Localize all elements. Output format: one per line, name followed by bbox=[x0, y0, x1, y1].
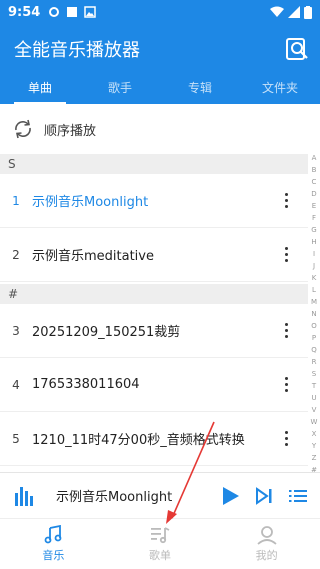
search-button[interactable] bbox=[284, 36, 310, 62]
song-number: 4 bbox=[12, 377, 20, 392]
alphabet-index-letter[interactable]: I bbox=[313, 250, 315, 258]
nav-playlist-label: 歌单 bbox=[149, 549, 171, 562]
nav-music-label: 音乐 bbox=[42, 549, 65, 562]
profile-icon bbox=[257, 526, 277, 545]
alphabet-index-letter[interactable]: X bbox=[312, 430, 317, 438]
bottom-navigation: 音乐 歌单 我的 bbox=[0, 518, 320, 569]
alphabet-index-letter[interactable]: L bbox=[312, 286, 316, 294]
song-title: 示例音乐Moonlight bbox=[32, 195, 149, 210]
status-time: 9:54 bbox=[8, 4, 41, 20]
nav-profile-label: 我的 bbox=[255, 549, 278, 562]
song-number: 3 bbox=[12, 323, 20, 338]
status-bar: 9:54 bbox=[0, 0, 320, 24]
song-title: 20251209_150251裁剪 bbox=[32, 325, 181, 340]
song-number: 2 bbox=[12, 247, 20, 262]
alphabet-index-letter[interactable]: F bbox=[312, 214, 316, 222]
alphabet-index-letter[interactable]: A bbox=[312, 154, 317, 162]
alphabet-index-letter[interactable]: B bbox=[312, 166, 317, 174]
song-title: 1210_11时47分00秒_音频格式转换 bbox=[32, 433, 245, 448]
app-title: 全能音乐播放器 bbox=[14, 40, 140, 61]
alphabet-index-letter[interactable]: J bbox=[313, 262, 315, 270]
notification-icon bbox=[67, 7, 78, 17]
alphabet-index-letter[interactable]: O bbox=[311, 322, 317, 330]
alphabet-index-letter[interactable]: N bbox=[311, 310, 316, 318]
song-row[interactable]: 2 示例音乐meditative bbox=[0, 228, 308, 282]
nav-music[interactable]: 音乐 bbox=[0, 519, 107, 569]
alphabet-index-letter[interactable]: U bbox=[311, 394, 316, 402]
more-options-button[interactable] bbox=[274, 427, 298, 451]
app-header: 全能音乐播放器 bbox=[0, 24, 320, 74]
playlist-queue-button[interactable] bbox=[286, 484, 310, 508]
alphabet-index-letter[interactable]: T bbox=[312, 382, 316, 390]
playlist-icon bbox=[151, 527, 170, 544]
more-options-button[interactable] bbox=[274, 243, 298, 267]
signal-icon bbox=[288, 6, 300, 18]
play-button[interactable] bbox=[218, 484, 242, 508]
settings-icon bbox=[49, 7, 60, 17]
song-title: 1765338011604 bbox=[32, 377, 140, 392]
battery-icon bbox=[304, 5, 312, 19]
more-options-button[interactable] bbox=[274, 189, 298, 213]
song-row[interactable]: 1 示例音乐Moonlight bbox=[0, 174, 308, 228]
alphabet-index-letter[interactable]: S bbox=[312, 370, 316, 378]
nav-profile[interactable]: 我的 bbox=[213, 519, 320, 569]
alphabet-index-letter[interactable]: R bbox=[312, 358, 317, 366]
alphabet-index-letter[interactable]: M bbox=[311, 298, 317, 306]
alphabet-index-letter[interactable]: Y bbox=[312, 442, 316, 450]
tab-folders[interactable]: 文件夹 bbox=[240, 74, 320, 104]
section-header-s: S bbox=[0, 154, 308, 174]
alphabet-index[interactable]: A B C D E F G H I J K L M N O P Q R S T U V W X Y Z # bbox=[308, 154, 320, 474]
repeat-icon bbox=[15, 119, 31, 139]
alphabet-index-letter[interactable]: E bbox=[312, 202, 316, 210]
alphabet-index-letter[interactable]: V bbox=[312, 406, 317, 414]
alphabet-index-letter[interactable]: W bbox=[311, 418, 318, 426]
alphabet-index-letter[interactable]: Z bbox=[312, 454, 317, 462]
alphabet-index-letter[interactable]: G bbox=[311, 226, 316, 234]
tab-bar: 单曲 歌手 专辑 文件夹 bbox=[0, 74, 320, 104]
mini-player[interactable]: 示例音乐Moonlight bbox=[0, 472, 320, 518]
more-options-button[interactable] bbox=[274, 319, 298, 343]
tab-artists[interactable]: 歌手 bbox=[80, 74, 160, 104]
song-row[interactable]: 5 1210_11时47分00秒_音频格式转换 bbox=[0, 412, 308, 466]
more-options-button[interactable] bbox=[274, 373, 298, 397]
song-number: 5 bbox=[12, 431, 20, 446]
play-mode-label: 顺序播放 bbox=[44, 123, 97, 139]
next-button[interactable] bbox=[252, 484, 276, 508]
equalizer-icon bbox=[15, 486, 33, 506]
song-number: 1 bbox=[12, 193, 20, 208]
play-mode-row[interactable]: 顺序播放 bbox=[0, 104, 320, 154]
alphabet-index-letter[interactable]: H bbox=[311, 238, 316, 246]
tab-albums[interactable]: 专辑 bbox=[160, 74, 240, 104]
now-playing-title: 示例音乐Moonlight bbox=[56, 490, 173, 505]
alphabet-index-letter[interactable]: C bbox=[312, 178, 317, 186]
image-icon bbox=[84, 6, 97, 18]
alphabet-index-letter[interactable]: P bbox=[312, 334, 316, 342]
alphabet-index-letter[interactable]: D bbox=[311, 190, 316, 198]
tab-songs[interactable]: 单曲 bbox=[0, 74, 80, 104]
song-title: 示例音乐meditative bbox=[32, 249, 154, 264]
song-row[interactable]: 4 1765338011604 bbox=[0, 358, 308, 412]
section-header-hash: # bbox=[0, 284, 308, 304]
wifi-icon bbox=[270, 6, 284, 17]
nav-playlist[interactable]: 歌单 bbox=[107, 519, 214, 569]
alphabet-index-letter[interactable]: Q bbox=[311, 346, 317, 354]
music-note-icon bbox=[44, 525, 62, 544]
alphabet-index-letter[interactable]: K bbox=[312, 274, 317, 282]
song-row[interactable]: 3 20251209_150251裁剪 bbox=[0, 304, 308, 358]
